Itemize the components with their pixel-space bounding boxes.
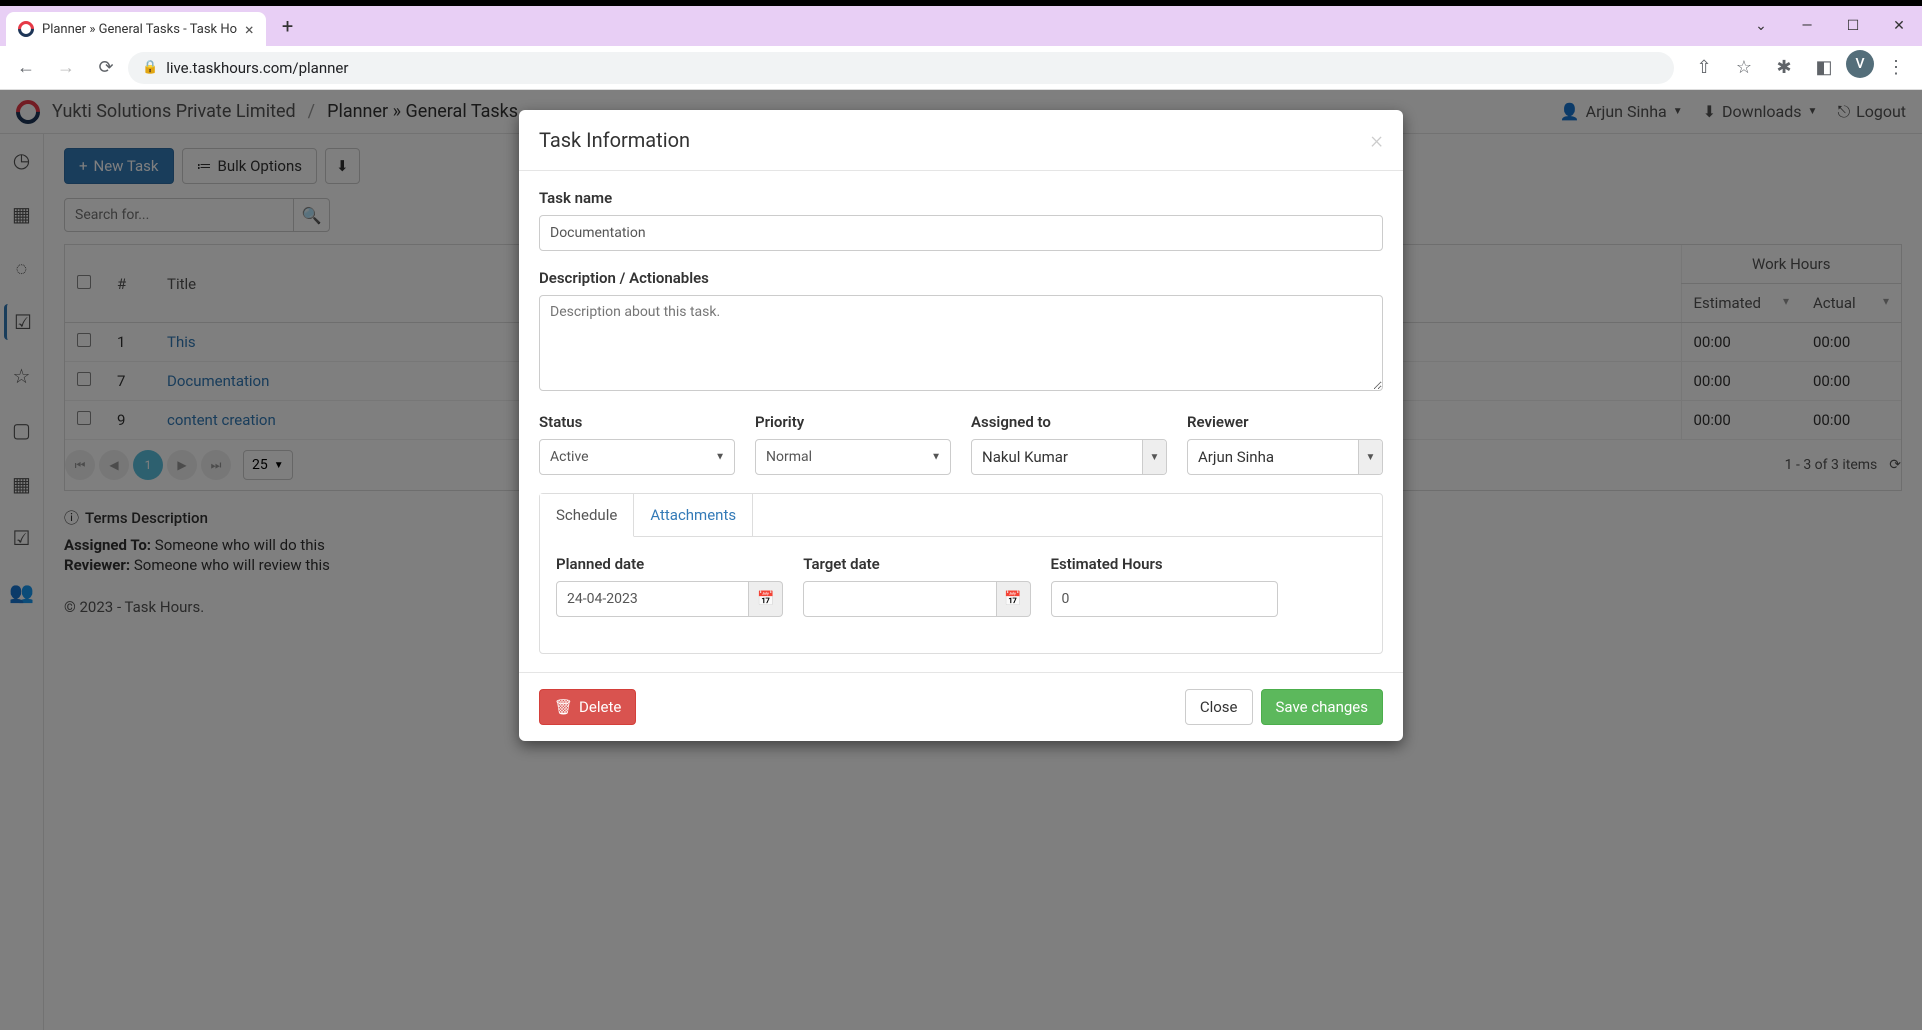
description-input[interactable] [539,295,1383,391]
close-icon[interactable]: × [1370,126,1383,154]
planned-date-input[interactable] [556,581,749,617]
target-date-input[interactable] [803,581,996,617]
status-label: Status [539,413,735,431]
close-window-icon[interactable]: ✕ [1876,6,1922,46]
target-date-label: Target date [803,555,1030,573]
modal-title: Task Information [539,128,690,152]
tab-title: Planner » General Tasks - Task Ho [42,22,237,37]
calendar-icon[interactable]: 📅 [997,581,1031,617]
url-field[interactable]: 🔒 live.taskhours.com/planner [128,52,1674,84]
share-icon[interactable]: ⇧ [1686,50,1722,86]
planned-date-label: Planned date [556,555,783,573]
minimize-icon[interactable]: — [1784,6,1830,46]
close-button[interactable]: Close [1185,689,1253,725]
browser-tab-strip: Planner » General Tasks - Task Ho × + ⌄ … [0,6,1922,46]
window-dropdown-icon[interactable]: ⌄ [1738,6,1784,46]
reviewer-select[interactable]: Arjun Sinha ▼ [1187,439,1383,475]
reload-icon[interactable]: ⟳ [88,50,124,86]
reviewer-label: Reviewer [1187,413,1383,431]
new-tab-button[interactable]: + [274,12,302,40]
est-hours-input[interactable] [1051,581,1278,617]
trash-icon: 🗑 [554,698,573,716]
tab-schedule[interactable]: Schedule [540,494,634,537]
menu-icon[interactable]: ⋮ [1878,50,1914,86]
url-text: live.taskhours.com/planner [166,59,348,77]
calendar-icon[interactable]: 📅 [749,581,783,617]
chevron-down-icon: ▼ [1142,440,1166,474]
panel-icon[interactable]: ◧ [1806,50,1842,86]
task-info-modal: Task Information × Task name Description… [519,110,1403,741]
bookmark-icon[interactable]: ☆ [1726,50,1762,86]
delete-button[interactable]: 🗑 Delete [539,689,636,725]
close-tab-icon[interactable]: × [245,20,254,39]
description-label: Description / Actionables [539,269,1383,287]
task-name-input[interactable] [539,215,1383,251]
extensions-icon[interactable]: ✱ [1766,50,1802,86]
maximize-icon[interactable]: ☐ [1830,6,1876,46]
tab-attachments[interactable]: Attachments [634,494,753,536]
status-select[interactable] [539,439,735,475]
est-hours-label: Estimated Hours [1051,555,1278,573]
chevron-down-icon: ▼ [1358,440,1382,474]
address-bar: ← → ⟳ 🔒 live.taskhours.com/planner ⇧ ☆ ✱… [0,46,1922,90]
forward-icon: → [48,50,84,86]
task-name-label: Task name [539,189,1383,207]
lock-icon: 🔒 [142,60,158,75]
priority-select[interactable] [755,439,951,475]
site-favicon [15,18,38,41]
back-icon[interactable]: ← [8,50,44,86]
browser-tab[interactable]: Planner » General Tasks - Task Ho × [6,12,266,46]
assigned-label: Assigned to [971,413,1167,431]
priority-label: Priority [755,413,951,431]
assigned-select[interactable]: Nakul Kumar ▼ [971,439,1167,475]
save-button[interactable]: Save changes [1261,689,1383,725]
profile-avatar[interactable]: V [1846,50,1874,78]
